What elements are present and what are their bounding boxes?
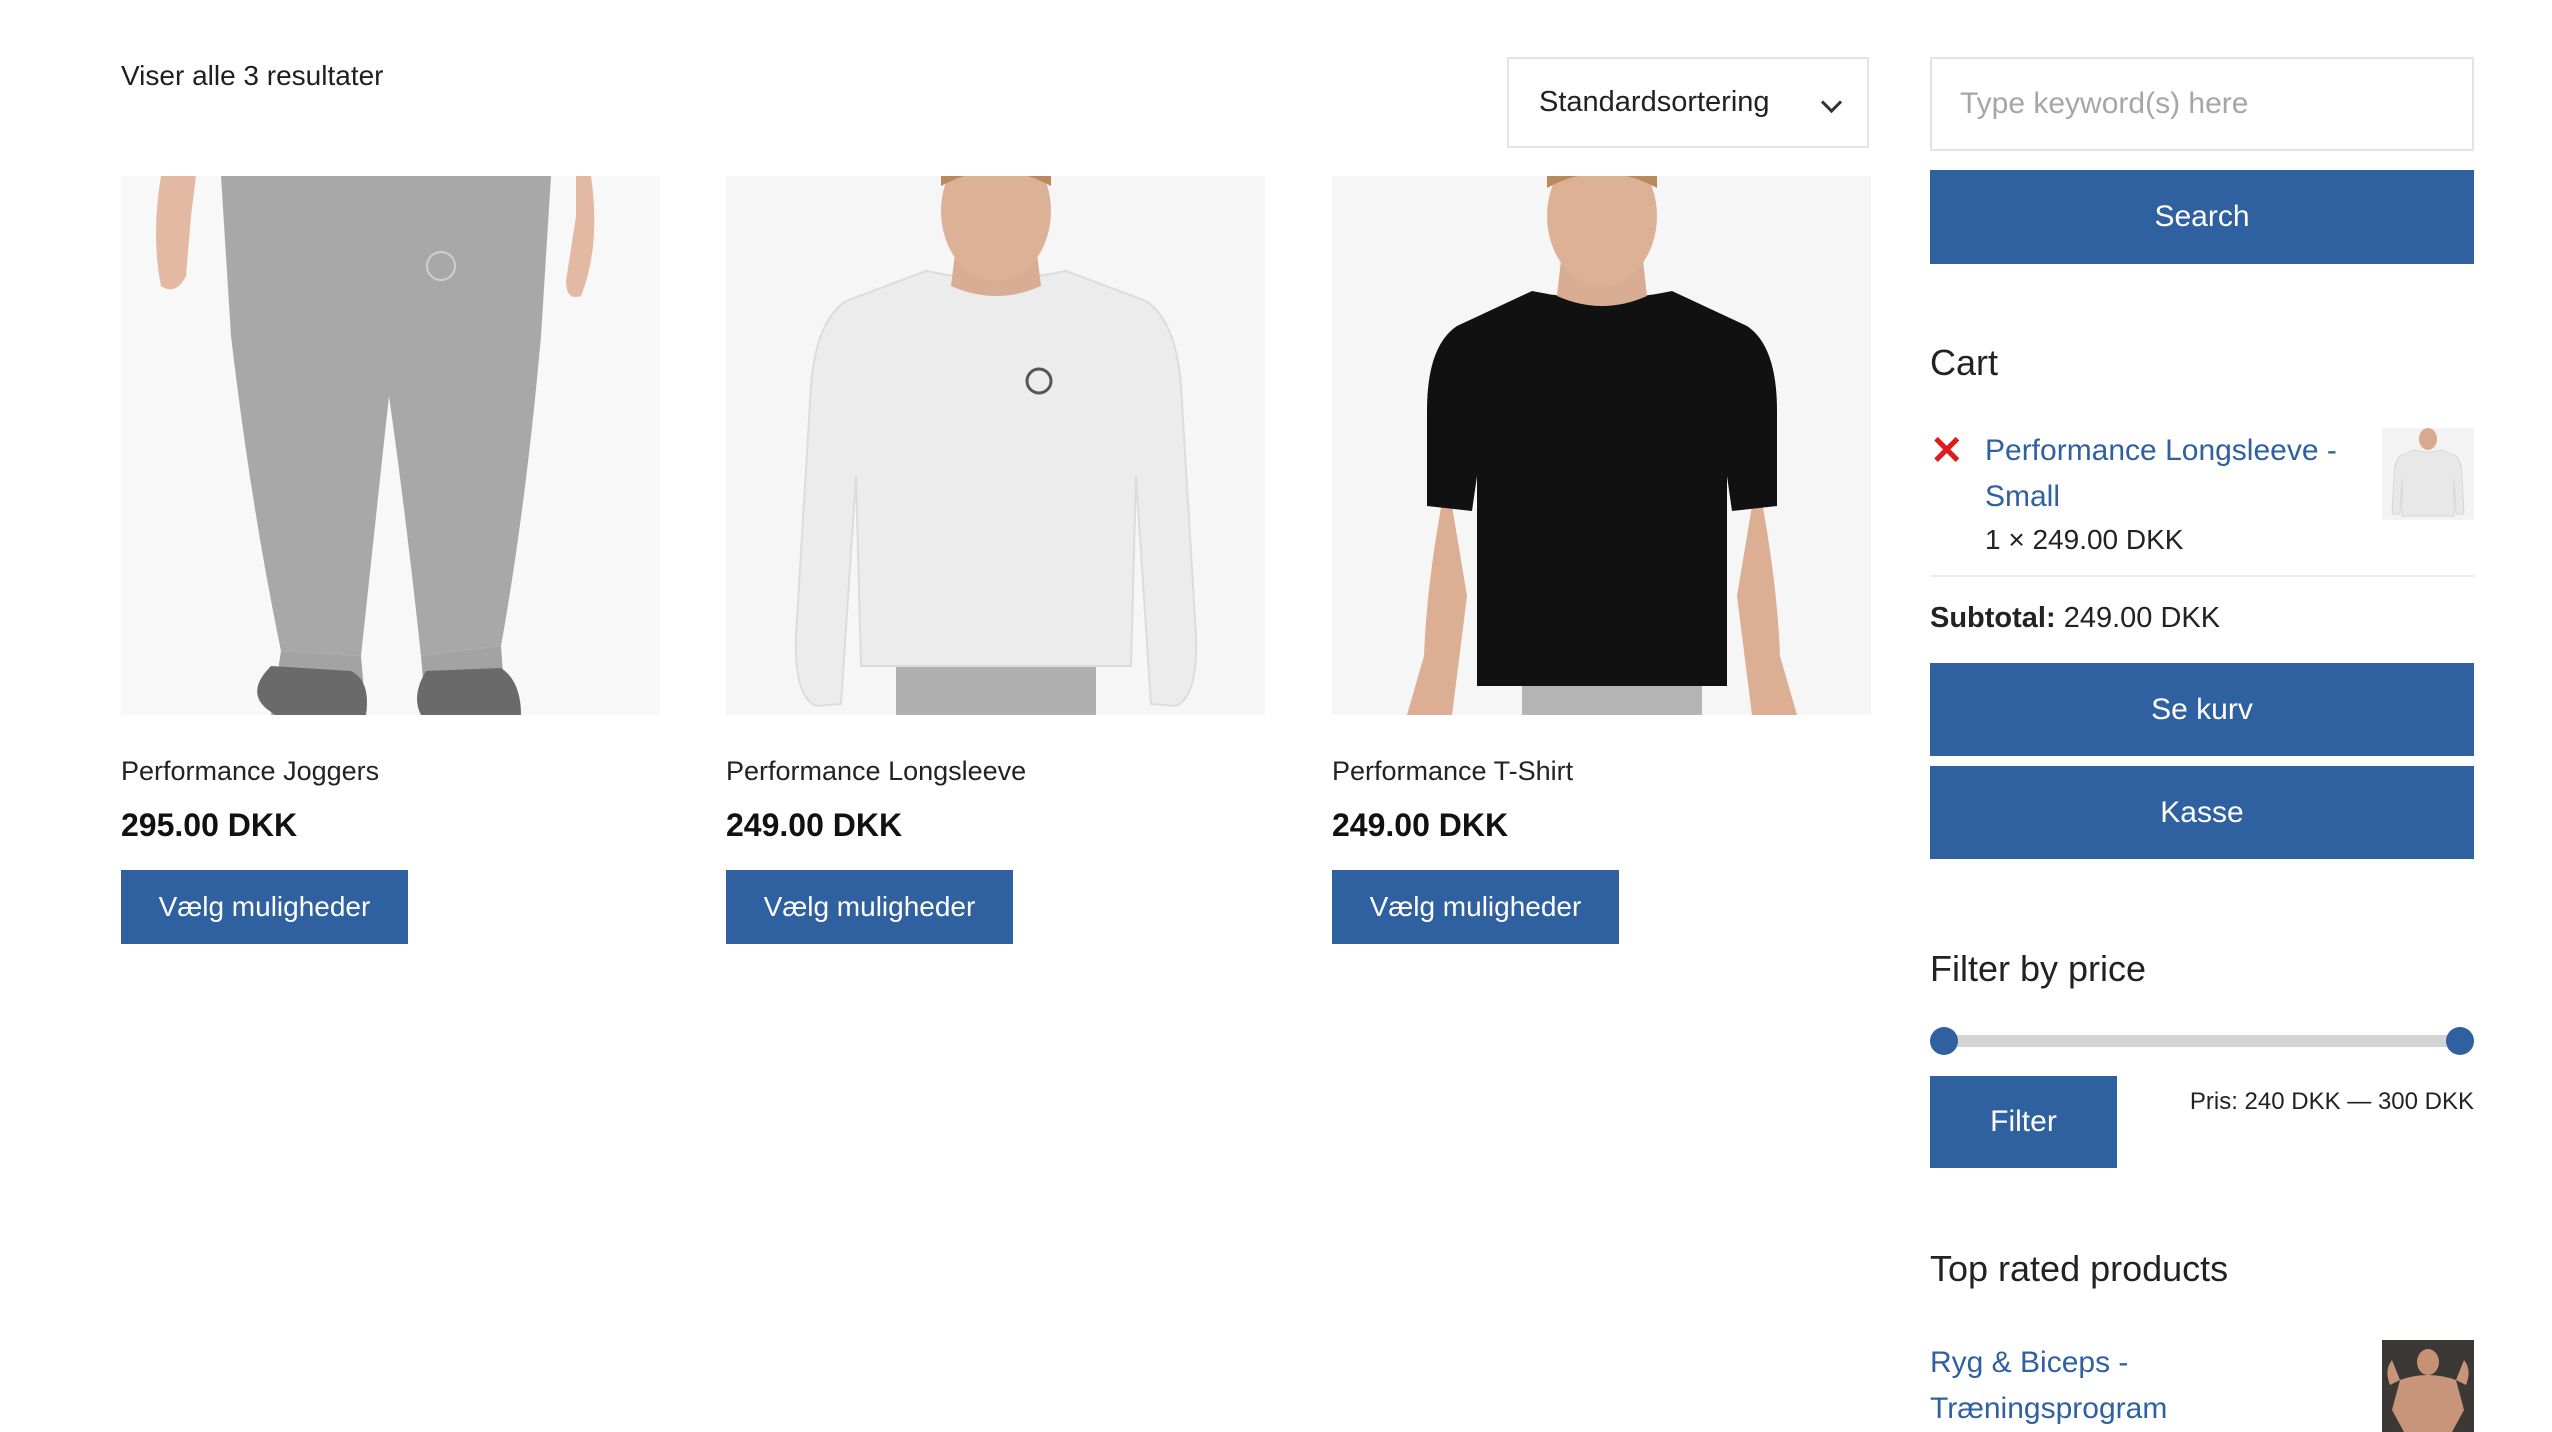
product-image[interactable]: [121, 176, 660, 715]
product-name[interactable]: Performance Joggers: [121, 756, 660, 787]
product-price: 249.00 DKK: [1332, 807, 1509, 843]
top-rated-item-link[interactable]: Ryg & Biceps - Træningsprogram: [1930, 1340, 2290, 1432]
search-button[interactable]: Search: [1930, 170, 2474, 264]
longsleeve-image: [726, 176, 1265, 715]
product-card: Performance Longsleeve 249.00 DKK Vælg m…: [726, 176, 1265, 944]
back-biceps-thumb-image: [2382, 1340, 2474, 1432]
top-rated-title: Top rated products: [1930, 1248, 2229, 1289]
remove-icon[interactable]: ✕: [1930, 431, 1964, 471]
price-range-label: Pris: 240 DKK — 300 DKK: [2189, 1088, 2474, 1115]
cart-item-link[interactable]: Performance Longsleeve - Small: [1985, 428, 2365, 520]
product-image[interactable]: [726, 176, 1265, 715]
product-card: Performance T-Shirt 249.00 DKK Vælg muli…: [1332, 176, 1871, 944]
cart-item-quantity: 1 × 249.00 DKK: [1985, 524, 2184, 555]
price-slider-min-handle[interactable]: [1930, 1027, 1958, 1055]
product-price: 295.00 DKK: [121, 807, 298, 843]
sort-select[interactable]: Standardsortering: [1507, 57, 1869, 148]
cart-title: Cart: [1930, 342, 1999, 383]
sort-selected-value: Standardsortering: [1539, 86, 1770, 118]
product-price: 249.00 DKK: [726, 807, 903, 843]
product-card: Performance Joggers 295.00 DKK Vælg muli…: [121, 176, 660, 944]
select-options-button[interactable]: Vælg muligheder: [1332, 870, 1619, 944]
product-name[interactable]: Performance Longsleeve: [726, 756, 1265, 787]
tshirt-image: [1332, 176, 1871, 715]
select-options-button[interactable]: Vælg muligheder: [726, 870, 1013, 944]
chevron-down-icon: [1820, 91, 1843, 114]
select-options-button[interactable]: Vælg muligheder: [121, 870, 408, 944]
result-count: Viser alle 3 resultater: [121, 60, 384, 91]
search-input[interactable]: [1930, 57, 2474, 151]
price-slider-max-handle[interactable]: [2446, 1027, 2474, 1055]
product-image[interactable]: [1332, 176, 1871, 715]
price-slider-track[interactable]: [1943, 1035, 2459, 1047]
cart-subtotal: Subtotal: 249.00 DKK: [1930, 602, 2220, 635]
price-filter-title: Filter by price: [1930, 948, 2147, 989]
cart-divider: [1930, 575, 2474, 577]
cart-item-thumbnail[interactable]: [2382, 428, 2474, 520]
subtotal-value: 249.00 DKK: [2063, 602, 2221, 634]
product-name[interactable]: Performance T-Shirt: [1332, 756, 1871, 787]
view-cart-button[interactable]: Se kurv: [1930, 663, 2474, 756]
subtotal-label: Subtotal:: [1930, 602, 2056, 634]
top-rated-item-thumbnail[interactable]: [2382, 1340, 2474, 1432]
checkout-button[interactable]: Kasse: [1930, 766, 2474, 859]
longsleeve-thumb-image: [2382, 428, 2474, 520]
joggers-image: [121, 176, 660, 715]
filter-button[interactable]: Filter: [1930, 1076, 2117, 1168]
